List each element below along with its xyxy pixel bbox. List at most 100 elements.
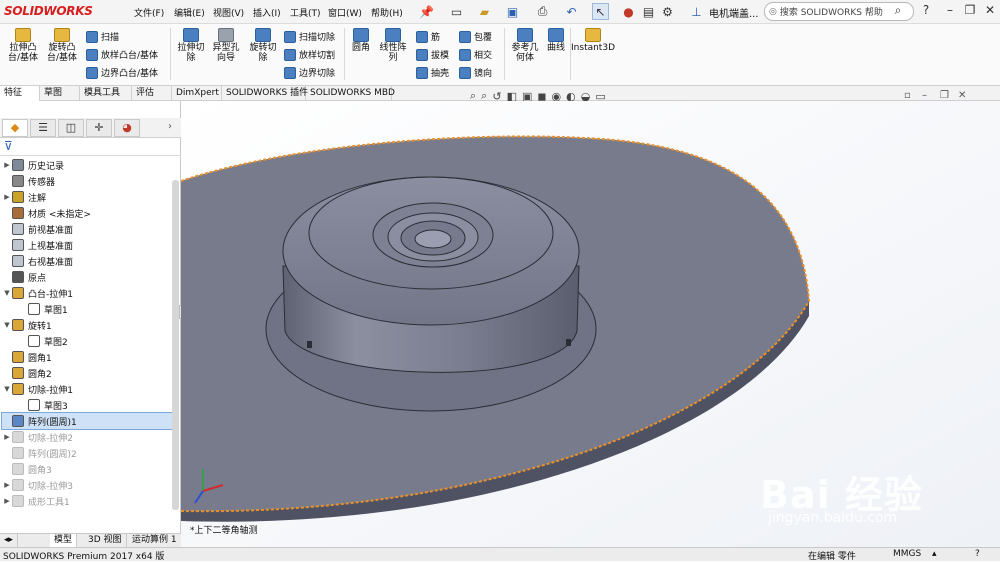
feature-manager-icon[interactable]: ⊥: [688, 3, 705, 20]
unit-system[interactable]: MMGS: [893, 549, 921, 559]
viewport-restore-down-icon[interactable]: ❐: [940, 90, 949, 101]
menu-insert[interactable]: 插入(I): [253, 6, 281, 19]
tab-solidworks-mbd[interactable]: SOLIDWORKS MBD: [306, 86, 395, 101]
tree-item[interactable]: ▶ 历史记录: [2, 157, 172, 173]
configuration-manager-tab-icon[interactable]: ◫: [58, 119, 84, 137]
expand-arrow-icon[interactable]: ▶: [2, 481, 12, 489]
help-question-icon[interactable]: ?: [918, 3, 934, 19]
draft-button[interactable]: 拔模: [416, 48, 449, 61]
collapse-arrow-icon[interactable]: ▼: [2, 385, 12, 393]
tab-evaluate[interactable]: 评估: [132, 86, 172, 101]
menu-window[interactable]: 窗口(W): [328, 6, 362, 19]
wrap-button[interactable]: 包覆: [459, 30, 492, 43]
tree-item[interactable]: ▶ 切除-拉伸3: [2, 477, 172, 493]
collapse-arrow-icon[interactable]: ▼: [2, 289, 12, 297]
menu-tools[interactable]: 工具(T): [290, 6, 321, 19]
tree-item[interactable]: ▶ 注解: [2, 189, 172, 205]
rib-button[interactable]: 筋: [416, 30, 440, 43]
tree-item[interactable]: 草图2: [2, 333, 172, 349]
help-icon[interactable]: ?: [975, 549, 980, 559]
menu-file[interactable]: 文件(F): [134, 6, 164, 19]
tree-item[interactable]: 右视基准面: [2, 253, 172, 269]
mirror-button[interactable]: 镜向: [459, 66, 492, 79]
tree-item[interactable]: 材质 <未指定>: [2, 205, 172, 221]
reference-geometry-button[interactable]: 参考几 何体: [508, 28, 542, 63]
viewport-close-icon[interactable]: ✕: [958, 90, 966, 101]
tree-item[interactable]: 草图3: [2, 397, 172, 413]
tab-dimxpert[interactable]: DimXpert: [172, 86, 222, 101]
tree-item[interactable]: 圆角3: [2, 461, 172, 477]
extrude-boss-button[interactable]: 拉伸凸 台/基体: [6, 28, 40, 63]
revolve-cut-button[interactable]: 旋转切 除: [246, 28, 280, 63]
curves-button[interactable]: 曲线: [544, 28, 568, 53]
collapse-arrow-icon[interactable]: ▼: [2, 321, 12, 329]
boundary-cut-button[interactable]: 边界切除: [284, 66, 335, 79]
menu-edit[interactable]: 编辑(E): [174, 6, 205, 19]
tree-item[interactable]: 原点: [2, 269, 172, 285]
panel-chevron-icon[interactable]: ›: [168, 121, 172, 132]
tree-item[interactable]: 阵列(圆周)2: [2, 445, 172, 461]
tree-item[interactable]: ▶ 成形工具1: [2, 493, 172, 509]
menu-view[interactable]: 视图(V): [213, 6, 244, 19]
expand-arrow-icon[interactable]: ▶: [2, 433, 12, 441]
minimize-icon[interactable]: –: [942, 3, 958, 19]
revolve-boss-button[interactable]: 旋转凸 台/基体: [44, 28, 80, 63]
sweep-cut-button[interactable]: 扫描切除: [284, 30, 335, 43]
tree-item[interactable]: ▼ 凸台-拉伸1: [2, 285, 172, 301]
tree-item[interactable]: 圆角1: [2, 349, 172, 365]
options-gear-icon[interactable]: ⚙: [659, 3, 676, 20]
print-icon[interactable]: ⎙: [534, 3, 551, 20]
file-properties-icon[interactable]: ▤: [640, 3, 657, 20]
tree-item[interactable]: 上视基准面: [2, 237, 172, 253]
feature-manager-tab-icon[interactable]: ◆: [2, 119, 28, 137]
intersect-button[interactable]: 相交: [459, 48, 492, 61]
tab-mold-tools[interactable]: 模具工具: [80, 86, 132, 101]
tab-solidworks-addins[interactable]: SOLIDWORKS 插件: [222, 86, 308, 101]
menu-help[interactable]: 帮助(H): [371, 6, 403, 19]
viewport-minimize-icon[interactable]: –: [922, 90, 927, 101]
instant3d-button[interactable]: Instant3D: [571, 28, 615, 53]
expand-arrow-icon[interactable]: ▶: [2, 497, 12, 505]
tab-sketch[interactable]: 草图: [40, 86, 80, 101]
filter-icon[interactable]: ⊽: [4, 139, 13, 153]
expand-arrow-icon[interactable]: ▶: [2, 193, 12, 201]
tree-item[interactable]: ▶ 切除-拉伸2: [2, 429, 172, 445]
select-pointer-icon[interactable]: ↖: [592, 3, 609, 20]
rebuild-icon[interactable]: ●: [620, 3, 637, 20]
linear-pattern-button[interactable]: 线性阵 列: [376, 28, 410, 63]
viewport-restore-icon[interactable]: ▫: [904, 90, 911, 101]
expand-arrow-icon[interactable]: ▶: [2, 161, 12, 169]
tab-features[interactable]: 特征: [0, 86, 40, 101]
extrude-cut-button[interactable]: 拉伸切 除: [174, 28, 208, 63]
tree-item[interactable]: 草图1: [2, 301, 172, 317]
loft-cut-button[interactable]: 放样切割: [284, 48, 335, 61]
dimxpert-manager-tab-icon[interactable]: ✛: [86, 119, 112, 137]
tree-item[interactable]: 前视基准面: [2, 221, 172, 237]
shell-button[interactable]: 抽壳: [416, 66, 449, 79]
unit-dropdown-icon[interactable]: ▴: [932, 549, 937, 559]
boundary-boss-button[interactable]: 边界凸台/基体: [86, 66, 158, 79]
pin-icon[interactable]: 📌: [418, 3, 435, 20]
graphics-viewport[interactable]: Bai 经验 jingyan.baidu.com: [181, 101, 1000, 547]
tree-scrollbar[interactable]: [172, 180, 179, 510]
property-manager-tab-icon[interactable]: ☰: [30, 119, 56, 137]
search-icon[interactable]: ⌕: [890, 3, 906, 19]
close-icon[interactable]: ✕: [982, 3, 998, 19]
tree-item[interactable]: ▼ 切除-拉伸1: [2, 381, 172, 397]
sweep-button[interactable]: 扫描: [86, 30, 119, 43]
tree-item[interactable]: 圆角2: [2, 365, 172, 381]
tab-3d-view[interactable]: 3D 视图: [84, 534, 127, 548]
save-icon[interactable]: ▣: [504, 3, 521, 20]
hole-wizard-button[interactable]: 异型孔 向导: [208, 28, 244, 63]
tree-item[interactable]: 传感器: [2, 173, 172, 189]
new-doc-icon[interactable]: ▭: [448, 3, 465, 20]
tab-motion-study[interactable]: 运动算例 1: [128, 534, 182, 548]
loft-button[interactable]: 放样凸台/基体: [86, 48, 158, 61]
nav-arrows-icon[interactable]: ◂▸: [0, 534, 18, 548]
open-folder-icon[interactable]: ▰: [476, 3, 493, 20]
fillet-button[interactable]: 圆角: [348, 28, 374, 53]
undo-icon[interactable]: ↶: [563, 3, 580, 20]
tab-model[interactable]: 模型: [50, 534, 78, 548]
tree-item[interactable]: 阵列(圆周)1: [1, 412, 173, 430]
display-manager-tab-icon[interactable]: ◕: [114, 119, 140, 137]
